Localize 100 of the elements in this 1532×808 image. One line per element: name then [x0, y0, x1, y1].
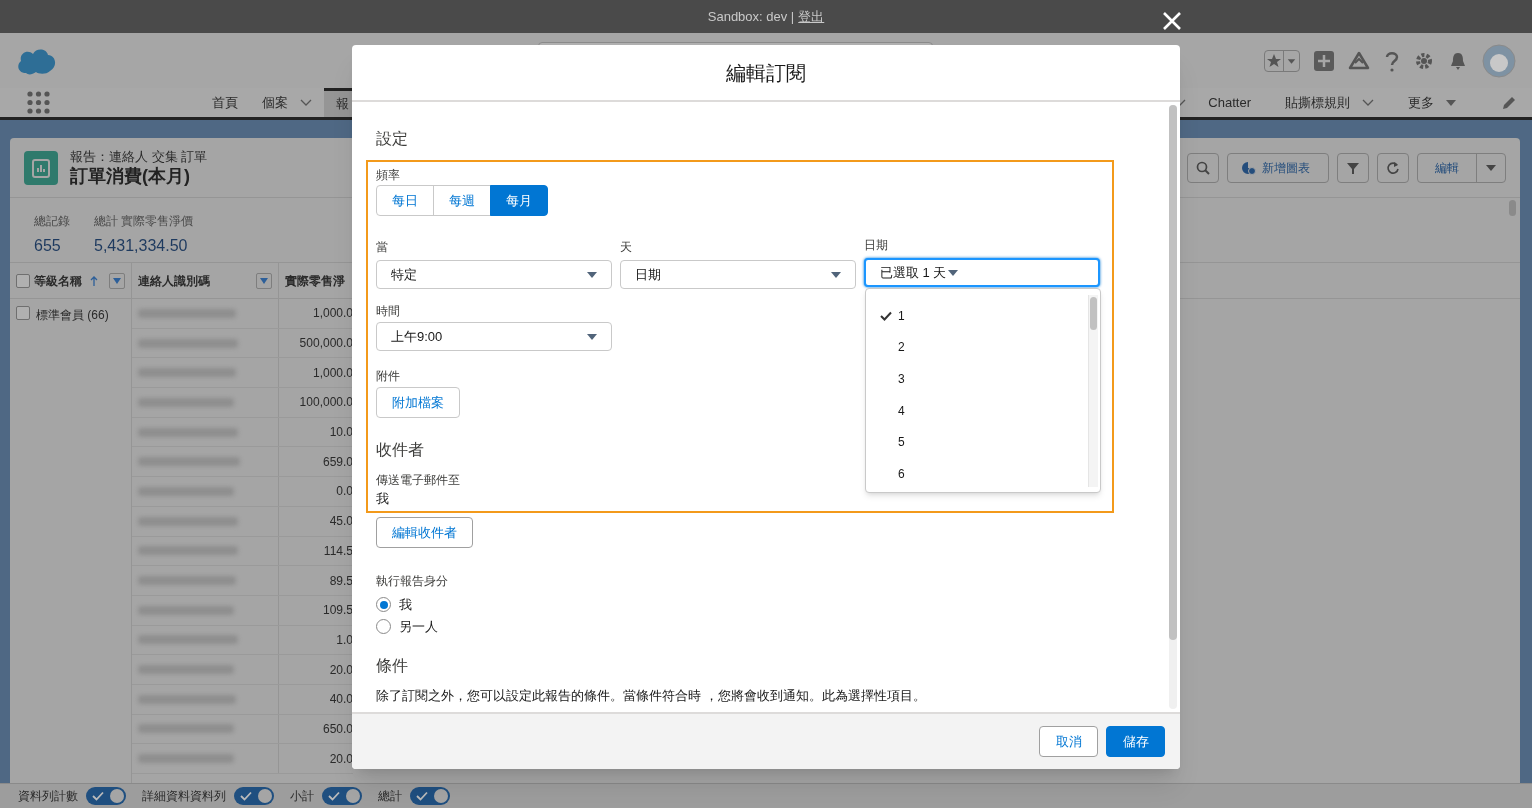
table-cell-text: 114.5 — [323, 542, 353, 560]
column-header[interactable]: 實際零售淨 — [285, 271, 345, 290]
caret-icon — [948, 268, 959, 277]
nav-tab[interactable]: 首頁 — [200, 88, 250, 117]
table-cell-text: 1,000.0 — [312, 364, 353, 382]
pencil-icon[interactable] — [1502, 95, 1516, 110]
radio-button[interactable] — [376, 597, 391, 613]
toggle-switch[interactable] — [234, 787, 274, 805]
caret-icon — [587, 332, 597, 341]
column-header[interactable]: 等級名稱 — [34, 271, 82, 290]
radio-label: 另一人 — [399, 617, 438, 636]
check-icon — [92, 791, 104, 801]
field-label: 頻率 — [376, 168, 400, 182]
breadcrumb: 報告：連絡人 交集 訂單 — [70, 148, 208, 165]
dropdown-option[interactable]: 5 — [866, 426, 1076, 458]
caret-icon — [831, 270, 841, 279]
radio-label: 我 — [399, 596, 412, 614]
bell-icon[interactable] — [1448, 50, 1468, 71]
nav-tab[interactable]: 個案 — [250, 88, 324, 117]
dropdown-option[interactable]: 3 — [866, 363, 1076, 395]
select-field[interactable]: 日期 — [620, 260, 856, 289]
dropdown-option[interactable]: 6 — [866, 457, 1076, 490]
chevron-icon — [1362, 98, 1374, 107]
sort-arrow-icon[interactable] — [90, 275, 98, 286]
column-menu-button[interactable] — [256, 272, 272, 289]
section-heading: 條件 — [376, 656, 408, 676]
field-label: 執行報告身分 — [376, 574, 448, 588]
field-label: 當 — [376, 240, 388, 254]
close-icon[interactable] — [1163, 12, 1181, 30]
dropdown-option[interactable]: 2 — [866, 331, 1076, 364]
toggle-switch[interactable] — [86, 787, 126, 805]
checkbox[interactable] — [16, 273, 30, 288]
table-cell-text: 500,000.0 — [299, 335, 353, 353]
check-icon — [328, 791, 340, 801]
section-heading: 設定 — [376, 129, 409, 149]
sandbox-label: Sandbox: dev | — [707, 7, 795, 26]
toggle-label: 資料列計數 — [18, 788, 78, 805]
table-cell-text: 89.5 — [329, 572, 353, 590]
scrollbar-thumb[interactable] — [1169, 105, 1177, 640]
search-button[interactable] — [1187, 152, 1219, 183]
dropdown-option[interactable]: 4 — [866, 394, 1076, 427]
scrollbar-thumb[interactable] — [1090, 297, 1097, 330]
help-icon[interactable] — [1384, 49, 1400, 72]
nav-tab[interactable]: Chatter — [1196, 92, 1263, 113]
trail-icon[interactable] — [1348, 50, 1370, 71]
checkbox[interactable] — [16, 306, 30, 320]
conditions-description: 除了訂閱之外，您可以設定此報告的條件。當條件符合時 ，您將會收到通知。此為選擇性項目。 — [376, 688, 926, 704]
table-cell-text: 1.0 — [336, 631, 353, 649]
frequency-option[interactable]: 每週 — [433, 185, 491, 216]
nav-tab[interactable]: 貼撕標規則 — [1273, 92, 1386, 113]
filter-button[interactable] — [1337, 152, 1369, 183]
settings-icon[interactable] — [1414, 50, 1434, 71]
nav-tab[interactable]: 更多 — [1396, 92, 1468, 113]
logout-link[interactable]: 登出 — [798, 6, 825, 27]
stat-value: 5,431,334.50 — [94, 236, 189, 256]
table-cell-text: 650.0 — [322, 720, 353, 738]
table-cell-text: 659.0 — [322, 453, 353, 471]
check-icon — [880, 310, 892, 321]
field-label: 時間 — [376, 304, 400, 318]
column-header[interactable]: 連絡人識別碼 — [138, 271, 210, 290]
check-icon — [240, 791, 252, 801]
stat-label: 總計 實際零售淨價 — [94, 213, 194, 230]
toggle-label: 小計 — [290, 788, 314, 805]
group-label: 標準會員 (66) — [36, 307, 109, 324]
dropdown-option[interactable]: 1 — [866, 300, 1076, 332]
select-field[interactable]: 已選取 1 天 — [864, 258, 1100, 287]
frequency-option[interactable]: 每日 — [376, 185, 434, 216]
stat-value: 655 — [34, 236, 62, 256]
scrollbar-thumb[interactable] — [1509, 200, 1516, 216]
table-cell-text: 10.0 — [329, 424, 353, 442]
field-label: 日期 — [864, 238, 888, 252]
frequency-option[interactable]: 每月 — [490, 185, 548, 216]
attach-file-button[interactable]: 附加檔案 — [376, 387, 460, 418]
save-button[interactable]: 儲存 — [1106, 726, 1165, 757]
field-value: 我 — [376, 491, 389, 507]
select-field[interactable]: 特定 — [376, 260, 612, 289]
toggle-label: 總計 — [378, 788, 402, 805]
toggle-switch[interactable] — [322, 787, 362, 805]
check-icon — [416, 791, 428, 801]
field-label: 天 — [620, 240, 632, 254]
app-launcher-icon[interactable] — [27, 91, 50, 114]
edit-recipients-button[interactable]: 編輯收件者 — [376, 517, 473, 548]
avatar-icon[interactable] — [1482, 43, 1516, 78]
radio-button[interactable] — [376, 618, 391, 634]
table-cell-text: 45.0 — [329, 513, 353, 531]
table-cell-text: 1,000.0 — [312, 305, 353, 323]
report-icon — [24, 150, 58, 185]
column-menu-button[interactable] — [109, 272, 125, 289]
select-field[interactable]: 上午9:00 — [376, 322, 612, 351]
plus-icon[interactable] — [1314, 50, 1334, 71]
refresh-button[interactable] — [1377, 152, 1409, 183]
stat-label: 總記錄 — [34, 213, 70, 230]
table-cell-text: 100,000.0 — [299, 394, 353, 412]
cancel-button[interactable]: 取消 — [1039, 726, 1098, 757]
add-chart-button[interactable]: 新增圖表 — [1227, 152, 1329, 183]
toggle-switch[interactable] — [410, 787, 450, 805]
favorites-button[interactable] — [1264, 49, 1300, 72]
table-cell-text: 40.0 — [329, 691, 353, 709]
field-label: 傳送電子郵件至 — [376, 473, 460, 487]
caret-icon — [260, 277, 268, 284]
